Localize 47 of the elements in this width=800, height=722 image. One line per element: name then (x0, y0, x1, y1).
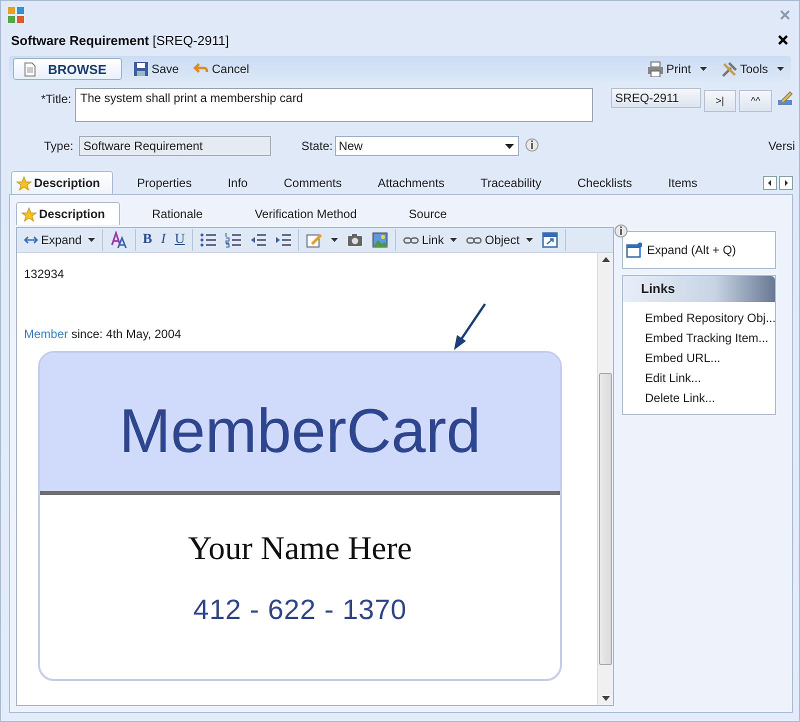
title-label: *Title: (41, 91, 72, 106)
tab[interactable]: Info (206, 171, 260, 194)
menu-item[interactable]: Edit Link... (623, 368, 775, 388)
menu-item[interactable]: Embed Repository Obj... (623, 308, 775, 328)
state-label: State: (301, 139, 333, 153)
save-button[interactable]: Save (130, 58, 182, 80)
expand-link[interactable]: Expand (Alt + Q) (626, 242, 736, 258)
type-label: Type: (44, 139, 74, 153)
title-field[interactable]: The system shall print a membership card (75, 88, 594, 122)
browse-button[interactable]: BROWSE (13, 58, 122, 80)
tools-button[interactable]: Tools (718, 58, 787, 80)
card-brand: MemberCard (119, 396, 481, 466)
window-title: Software Requirement [SREQ-2911] (11, 32, 229, 48)
member-link[interactable]: Member (24, 327, 68, 341)
tab[interactable]: Source (376, 202, 467, 225)
italic-button[interactable]: I (161, 232, 166, 248)
tab[interactable]: Verification Method (222, 202, 377, 225)
tab[interactable]: Items (646, 171, 710, 194)
menu-item[interactable]: Delete Link... (623, 388, 775, 408)
type-field: Software Requirement (79, 136, 272, 156)
tab[interactable]: Checklists (555, 171, 644, 194)
id-field[interactable]: SREQ-2911 (611, 88, 700, 108)
print-button[interactable]: Print (644, 58, 710, 80)
tab[interactable]: Description (16, 202, 120, 225)
bold-button[interactable]: B (142, 232, 152, 248)
menu-item[interactable]: Embed Tracking Item... (623, 328, 775, 348)
expand-button[interactable]: Expand (24, 233, 95, 247)
menu-item[interactable]: Embed URL... (623, 348, 775, 368)
tab[interactable]: Traceability (458, 171, 554, 194)
underline-button[interactable]: U (174, 232, 185, 248)
tab[interactable]: Attachments (356, 171, 456, 194)
card-name: Your Name Here (188, 531, 412, 568)
tab[interactable]: Comments (262, 171, 354, 194)
tab[interactable]: Description (11, 171, 114, 194)
card-phone: 412 - 622 - 1370 (193, 594, 407, 626)
link-button[interactable]: Link (402, 233, 457, 247)
state-dropdown[interactable]: New (334, 136, 519, 156)
links-header: Links (623, 276, 775, 302)
cancel-button[interactable]: Cancel (190, 58, 252, 80)
paragraph: since: 4th May, 2004 (70, 327, 182, 341)
version-label: Versi (768, 139, 795, 153)
paragraph: 132934 (24, 267, 66, 281)
object-button[interactable]: Object (466, 233, 533, 247)
nav-button[interactable]: ^^ (739, 90, 772, 112)
nav-button[interactable]: >| (704, 90, 736, 112)
tab[interactable]: Properties (115, 171, 204, 194)
tab[interactable]: Rationale (120, 202, 223, 225)
